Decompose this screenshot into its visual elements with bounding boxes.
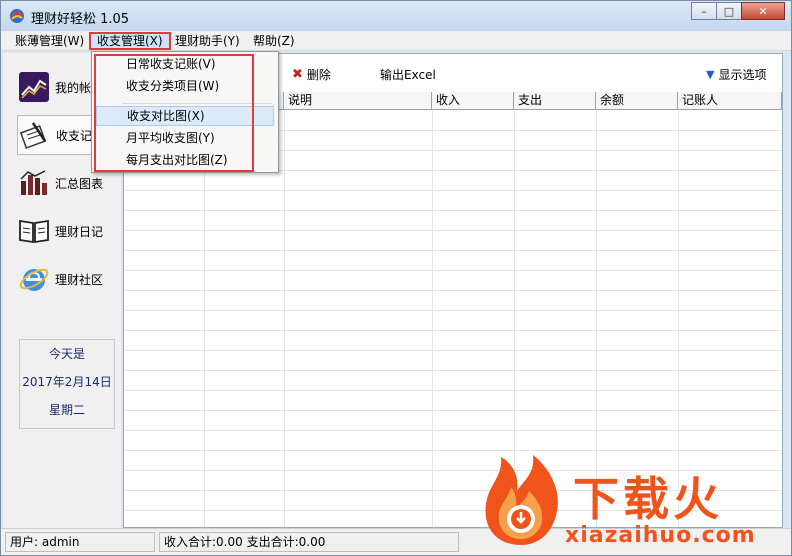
title-bar: 理财好轻松 1.05 – □ ✕ [1, 1, 791, 31]
column-header-expense[interactable]: 支出 [514, 92, 596, 110]
today-date-panel: 今天是 2017年2月14日 星期二 [19, 339, 115, 429]
minimize-button[interactable]: – [691, 2, 717, 20]
close-icon: ✕ [758, 4, 768, 18]
grid-divider [204, 111, 205, 527]
flame-logo-icon [485, 455, 558, 545]
column-header-balance[interactable]: 余额 [596, 92, 678, 110]
today-label: 今天是 [48, 347, 85, 361]
today-date: 2017年2月14日 [22, 375, 112, 389]
menu-income-expense[interactable]: 收支管理(X) [89, 32, 171, 50]
window-title: 理财好轻松 1.05 [31, 12, 130, 27]
sidebar-item-label: 汇总图表 [55, 176, 104, 191]
export-label: 输出Excel [380, 68, 436, 82]
close-button[interactable]: ✕ [741, 2, 785, 20]
maximize-icon: □ [723, 4, 735, 18]
delete-label: 删除 [306, 68, 331, 82]
sidebar-item-label: 理财社区 [55, 272, 104, 287]
menu-item-monthly-expense-chart[interactable]: 每月支出对比图(Z) [96, 150, 274, 170]
maximize-button[interactable]: □ [716, 2, 742, 20]
app-window: 理财好轻松 1.05 – □ ✕ 账薄管理(W) 收支管理(X) 理财助手(Y)… [0, 0, 792, 556]
income-expense-menu: 日常收支记账(V) 收支分类项目(W) 收支对比图(X) 月平均收支图(Y) 每… [91, 51, 279, 173]
today-weekday: 星期二 [48, 403, 85, 417]
book-icon [17, 214, 51, 248]
menu-separator [122, 103, 272, 104]
menu-account[interactable]: 账薄管理(W) [9, 32, 90, 50]
minimize-icon: – [701, 4, 707, 18]
menu-help[interactable]: 帮助(Z) [247, 32, 301, 50]
grid-divider [432, 111, 433, 527]
watermark: 下载火 xiazaihuo.com [469, 449, 789, 555]
bar-chart-icon [17, 166, 51, 200]
column-header-income[interactable]: 收入 [432, 92, 514, 110]
menu-item-comparison-chart[interactable]: 收支对比图(X) [96, 106, 274, 126]
menu-finance-assistant[interactable]: 理财助手(Y) [169, 32, 246, 50]
sidebar-item-label: 理财日记 [55, 224, 104, 239]
options-label: 显示选项 [718, 68, 767, 82]
status-totals: 收入合计:0.00 支出合计:0.00 [159, 532, 459, 552]
column-header-recorder[interactable]: 记账人 [678, 92, 782, 110]
column-header-description[interactable]: 说明 [284, 92, 432, 110]
menu-item-monthly-average-chart[interactable]: 月平均收支图(Y) [96, 128, 274, 148]
menu-item-categories[interactable]: 收支分类项目(W) [96, 76, 274, 96]
menu-bar: 账薄管理(W) 收支管理(X) 理财助手(Y) 帮助(Z) [1, 31, 791, 51]
watermark-text: 下载火 [573, 472, 723, 526]
chart-line-icon [17, 70, 51, 104]
grid-divider [284, 111, 285, 527]
sidebar-item-label: 收支记 [56, 128, 93, 143]
ie-browser-icon [17, 262, 51, 296]
chevron-down-icon: ▼ [706, 68, 715, 81]
export-excel-button[interactable]: 输出Excel [380, 66, 436, 83]
watermark-domain: xiazaihuo.com [565, 523, 756, 548]
menu-item-daily-records[interactable]: 日常收支记账(V) [96, 54, 274, 74]
sidebar-item-finance-community[interactable]: 理财社区 [17, 259, 117, 299]
display-options-button[interactable]: ▼ 显示选项 [706, 66, 766, 83]
sidebar-item-finance-diary[interactable]: 理财日记 [17, 211, 117, 251]
delete-button[interactable]: ✖ 删除 [292, 66, 331, 83]
delete-x-icon: ✖ [292, 67, 303, 82]
sidebar-item-label: 我的帐 [55, 80, 92, 95]
app-logo-icon [10, 9, 24, 23]
status-user: 用户: admin [5, 532, 155, 552]
notebook-pen-icon [18, 118, 52, 152]
